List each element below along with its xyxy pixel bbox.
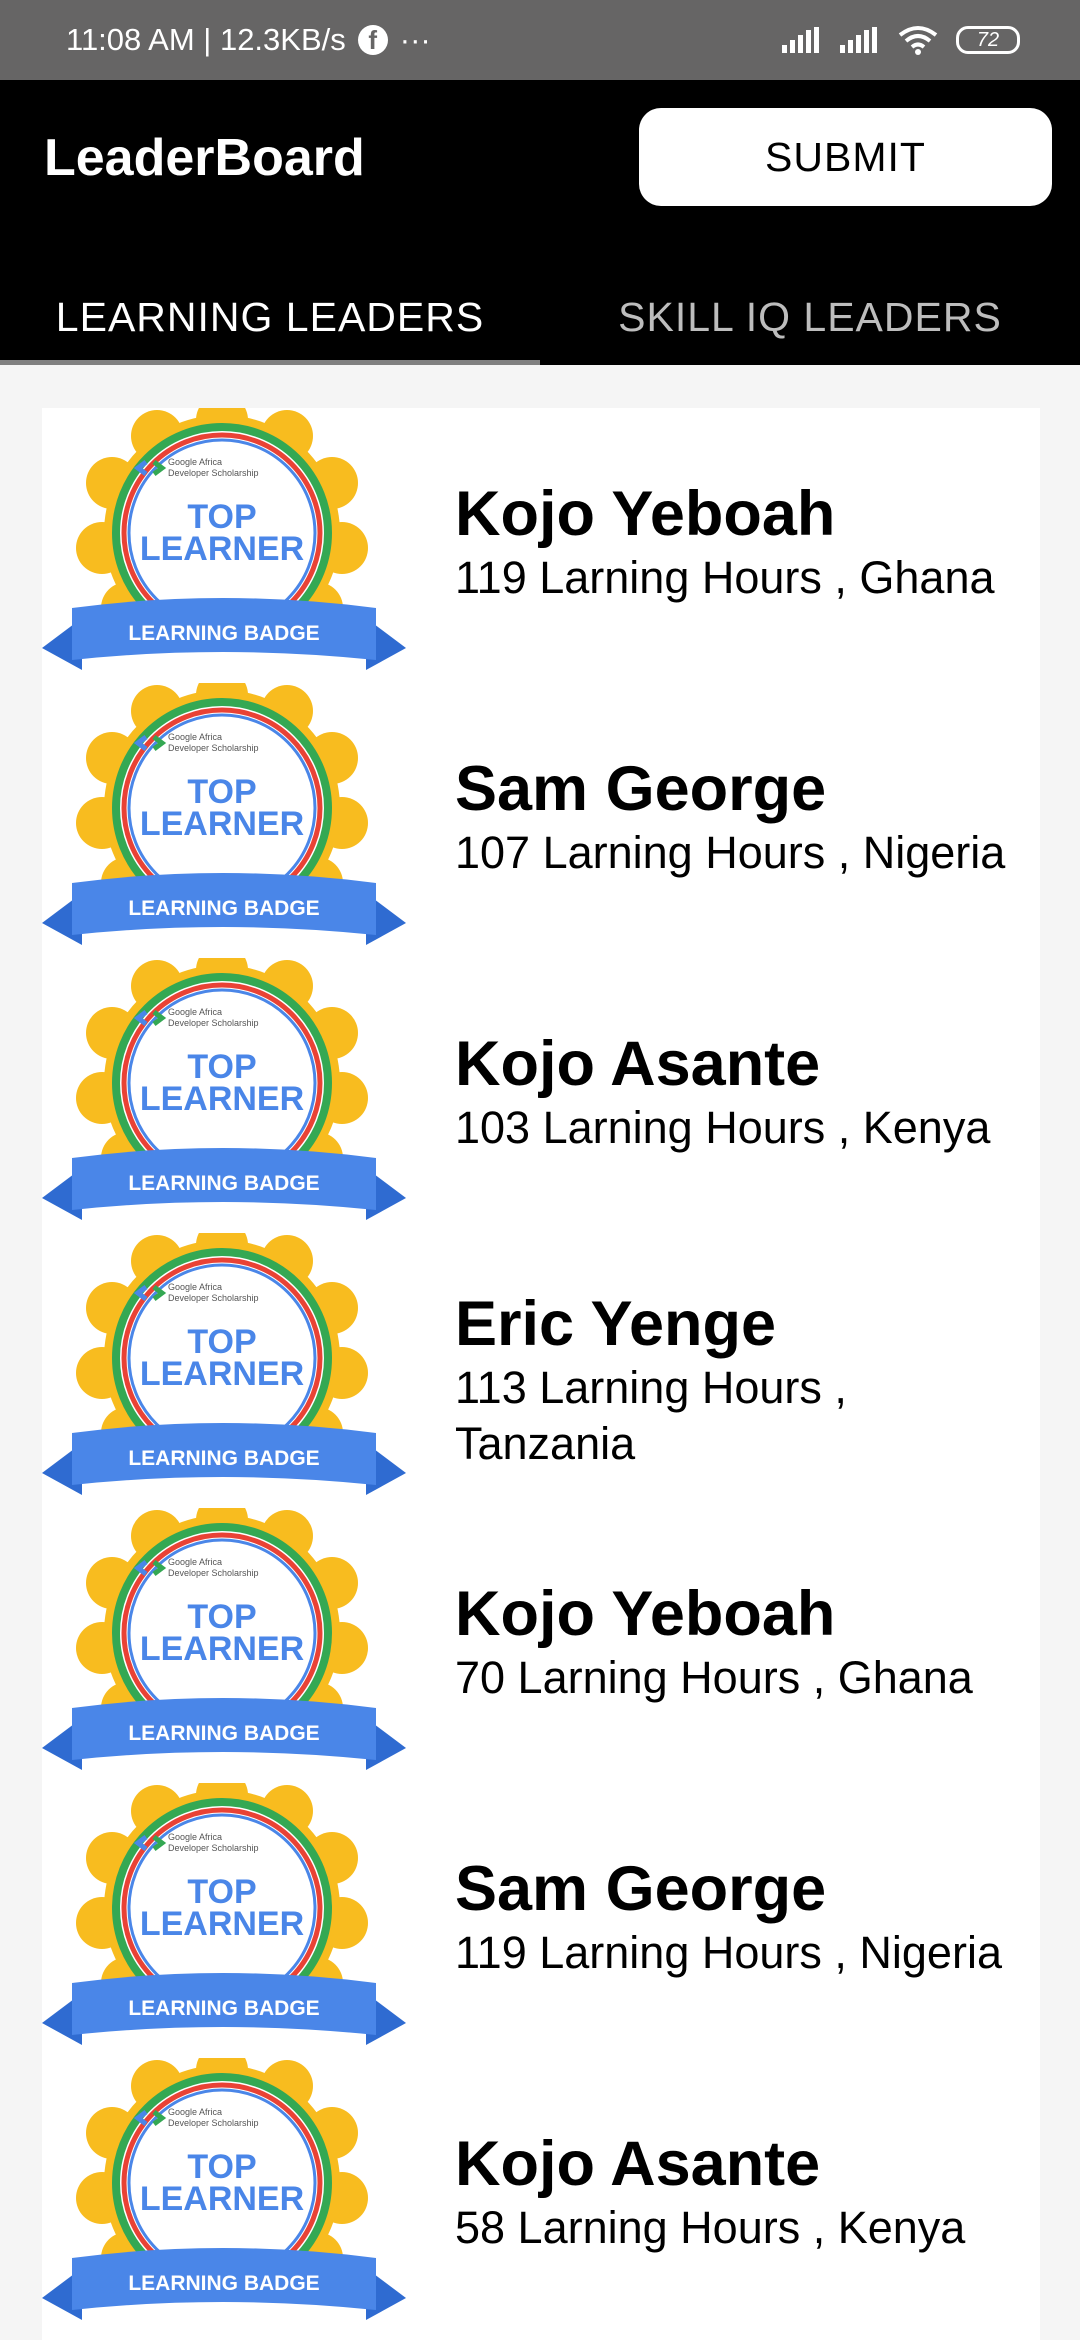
badge-ribbon-text: LEARNING BADGE	[128, 897, 319, 920]
badge-brand-text: Google Africa	[168, 1557, 222, 1567]
badge-brand-sub-text: Developer Scholarship	[168, 743, 259, 753]
leader-info: Kojo Asante 58 Larning Hours , Kenya	[455, 2128, 1035, 2256]
leader-name: Sam George	[455, 754, 827, 824]
badge-learner-text: LEARNER	[140, 805, 304, 843]
badge-ribbon-text: LEARNING BADGE	[128, 1722, 319, 1745]
leader-info: Eric Yenge 113 Larning Hours , Tanzania	[455, 1288, 1035, 1472]
leader-name: Kojo Yeboah	[455, 479, 836, 549]
leader-detail: 103 Larning Hours , Kenya	[455, 1102, 991, 1153]
leader-info: Kojo Yeboah 70 Larning Hours , Ghana	[455, 1578, 1035, 1706]
wifi-icon	[898, 26, 938, 55]
list-item[interactable]: Google Africa Developer Scholarship TOP …	[42, 408, 1040, 683]
badge-learner-text: LEARNER	[140, 1080, 304, 1118]
leader-name: Kojo Asante	[455, 2129, 821, 2199]
leader-info: Sam George 107 Larning Hours , Nigeria	[455, 753, 1035, 881]
badge-brand-sub-text: Developer Scholarship	[168, 1568, 259, 1578]
badge-brand-sub-text: Developer Scholarship	[168, 1293, 259, 1303]
submit-button[interactable]: SUBMIT	[639, 108, 1052, 206]
badge-ribbon-text: LEARNING BADGE	[128, 1447, 319, 1470]
top-learner-badge-icon: Google Africa Developer Scholarship TOP …	[42, 1233, 406, 1495]
badge-brand-sub-text: Developer Scholarship	[168, 1843, 259, 1853]
list-item[interactable]: Google Africa Developer Scholarship TOP …	[42, 2058, 1040, 2333]
leaders-list[interactable]: Google Africa Developer Scholarship TOP …	[42, 408, 1040, 2340]
list-item[interactable]: Google Africa Developer Scholarship TOP …	[42, 683, 1040, 958]
leader-detail: 113 Larning Hours , Tanzania	[455, 1362, 847, 1469]
badge-brand-text: Google Africa	[168, 457, 222, 467]
leader-detail: 70 Larning Hours , Ghana	[455, 1652, 973, 1703]
top-learner-badge-icon: Google Africa Developer Scholarship TOP …	[42, 1508, 406, 1770]
badge-learner-text: LEARNER	[140, 1355, 304, 1393]
tab-skill-iq-leaders[interactable]: SKILL IQ LEADERS	[540, 270, 1080, 365]
leader-name: Kojo Asante	[455, 1029, 821, 1099]
badge-brand-text: Google Africa	[168, 1832, 222, 1842]
tab-learning-leaders[interactable]: LEARNING LEADERS	[0, 270, 540, 365]
leader-info: Sam George 119 Larning Hours , Nigeria	[455, 1853, 1035, 1981]
badge-learner-text: LEARNER	[140, 1630, 304, 1668]
leader-detail: 119 Larning Hours , Ghana	[455, 552, 995, 603]
app-title: LeaderBoard	[44, 129, 365, 187]
app-bar: LeaderBoard SUBMIT LEARNING LEADERS SKIL…	[0, 80, 1080, 365]
top-learner-badge-icon: Google Africa Developer Scholarship TOP …	[42, 683, 406, 945]
badge-brand-text: Google Africa	[168, 2107, 222, 2117]
tab-bar: LEARNING LEADERS SKILL IQ LEADERS	[0, 270, 1080, 365]
badge-learner-text: LEARNER	[140, 530, 304, 568]
badge-brand-text: Google Africa	[168, 732, 222, 742]
badge-brand-sub-text: Developer Scholarship	[168, 468, 259, 478]
leader-detail: 119 Larning Hours , Nigeria	[455, 1927, 1002, 1978]
list-item[interactable]: Google Africa Developer Scholarship TOP …	[42, 958, 1040, 1233]
badge-ribbon-text: LEARNING BADGE	[128, 622, 319, 645]
badge-learner-text: LEARNER	[140, 1905, 304, 1943]
more-notifications-icon: ···	[399, 22, 431, 57]
top-learner-badge-icon: Google Africa Developer Scholarship TOP …	[42, 408, 406, 670]
signal-icon-2	[840, 27, 877, 53]
leader-info: Kojo Asante 103 Larning Hours , Kenya	[455, 1028, 1035, 1156]
badge-brand-sub-text: Developer Scholarship	[168, 2118, 259, 2128]
status-time: 11:08 AM | 12.3KB/s	[66, 22, 346, 57]
badge-brand-sub-text: Developer Scholarship	[168, 1018, 259, 1028]
badge-brand-text: Google Africa	[168, 1007, 222, 1017]
leader-info: Kojo Yeboah 119 Larning Hours , Ghana	[455, 478, 1035, 606]
badge-ribbon-text: LEARNING BADGE	[128, 1997, 319, 2020]
badge-brand-text: Google Africa	[168, 1282, 222, 1292]
leader-name: Eric Yenge	[455, 1289, 777, 1359]
status-bar: 11:08 AM | 12.3KB/s f ··· 72	[0, 0, 1080, 80]
top-learner-badge-icon: Google Africa Developer Scholarship TOP …	[42, 2058, 406, 2320]
badge-ribbon-text: LEARNING BADGE	[128, 1172, 319, 1195]
top-learner-badge-icon: Google Africa Developer Scholarship TOP …	[42, 958, 406, 1220]
signal-icon	[782, 27, 819, 53]
leader-name: Sam George	[455, 1854, 827, 1924]
list-item[interactable]: Google Africa Developer Scholarship TOP …	[42, 1783, 1040, 2058]
leader-detail: 107 Larning Hours , Nigeria	[455, 827, 1006, 878]
badge-learner-text: LEARNER	[140, 2180, 304, 2218]
battery-icon: 72	[956, 26, 1020, 54]
list-item[interactable]: Google Africa Developer Scholarship TOP …	[42, 1233, 1040, 1508]
leader-detail: 58 Larning Hours , Kenya	[455, 2202, 966, 2253]
list-item[interactable]: Google Africa Developer Scholarship TOP …	[42, 1508, 1040, 1783]
leader-name: Kojo Yeboah	[455, 1579, 836, 1649]
top-learner-badge-icon: Google Africa Developer Scholarship TOP …	[42, 1783, 406, 2045]
badge-ribbon-text: LEARNING BADGE	[128, 2272, 319, 2295]
active-tab-indicator	[0, 360, 540, 365]
facebook-icon: f	[357, 25, 388, 55]
